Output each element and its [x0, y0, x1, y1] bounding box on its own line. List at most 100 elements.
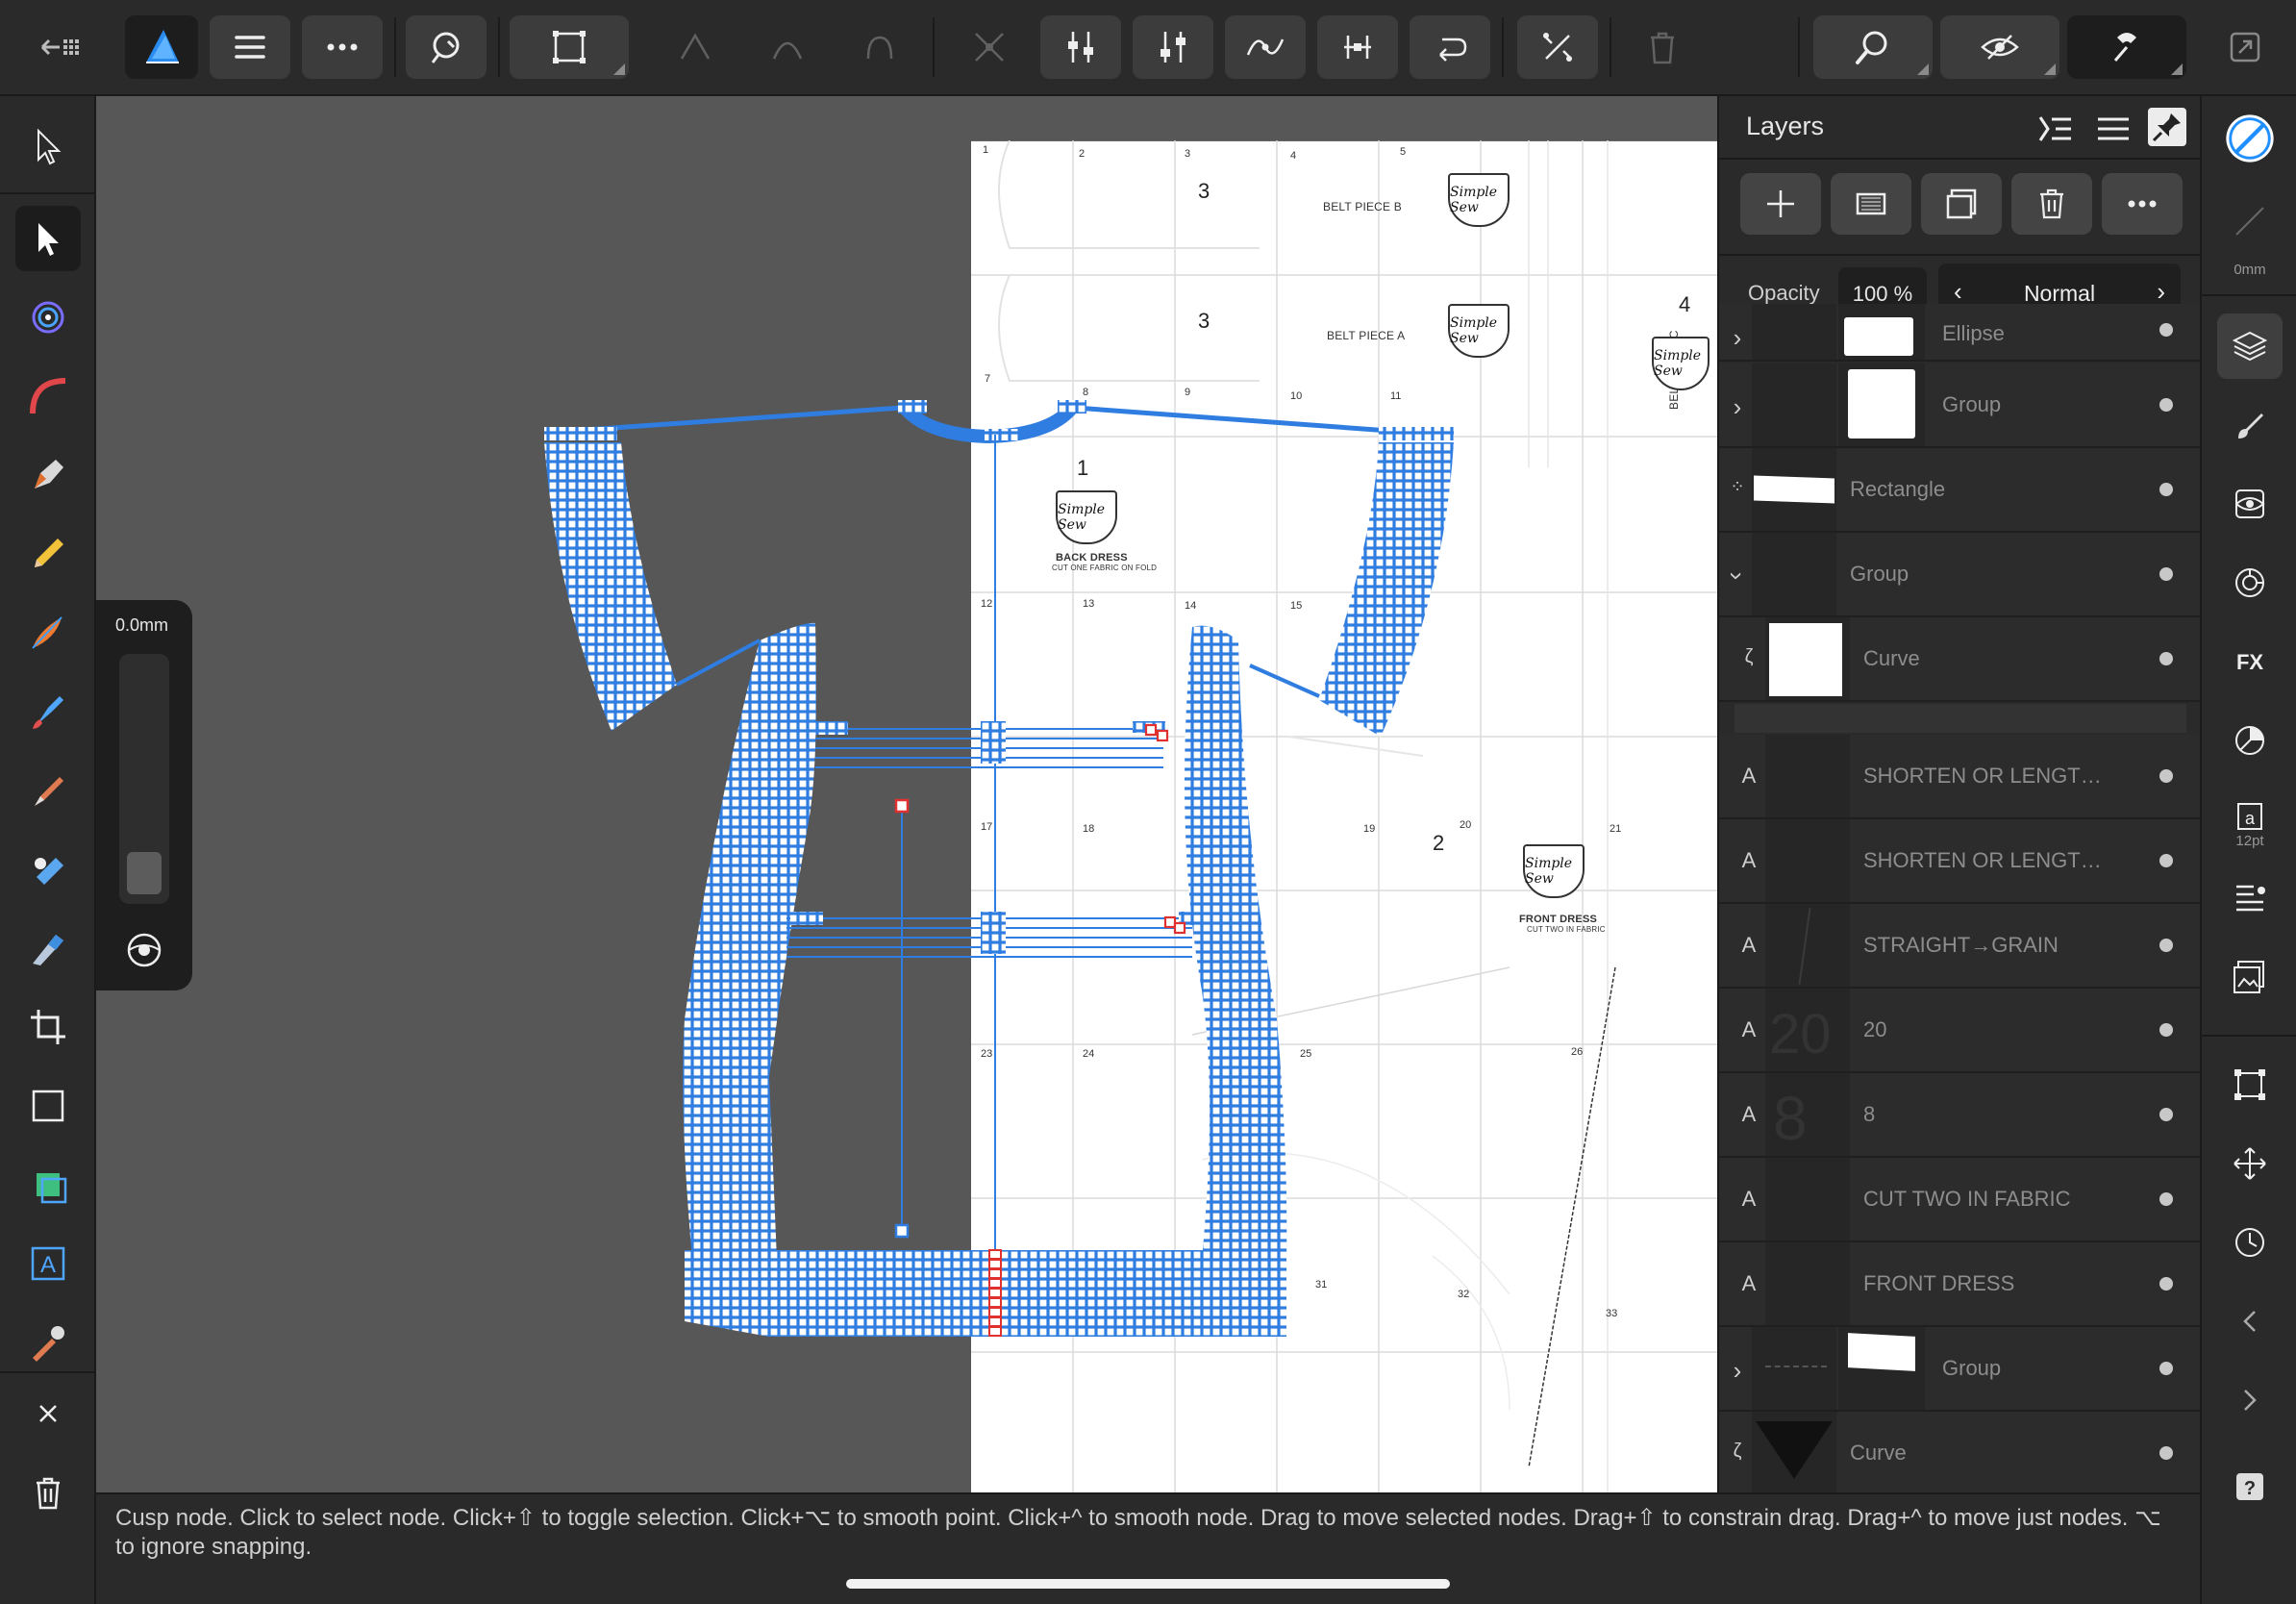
visibility-dot[interactable] [2159, 567, 2173, 581]
transform-studio-button[interactable] [2217, 1052, 2283, 1117]
smooth-corner-button[interactable] [756, 15, 819, 79]
layers-studio-button[interactable] [2217, 313, 2283, 379]
visibility-dot[interactable] [2159, 769, 2173, 783]
canvas[interactable]: 1 2 3 4 5 7 8 9 10 11 12 13 14 15 16 17 … [96, 96, 1717, 1492]
history-studio-button[interactable] [2217, 1210, 2283, 1275]
layer-row[interactable]: A FRONT DRESS [1719, 1242, 2200, 1327]
visibility-dot[interactable] [2159, 854, 2173, 867]
visibility-dot[interactable] [2159, 1023, 2173, 1037]
layer-row-selected[interactable]: ζ Curve [1719, 617, 2200, 702]
pin-panel-button[interactable] [2148, 108, 2186, 146]
delete-button[interactable] [15, 1460, 81, 1525]
gradient-tool[interactable] [15, 837, 81, 902]
layer-row[interactable]: › Ellipse [1719, 304, 2200, 362]
layer-row[interactable]: › Group [1719, 533, 2200, 617]
expand-chevron-icon[interactable]: › [1723, 392, 1752, 421]
menu-button[interactable] [210, 15, 290, 79]
transparency-tool[interactable] [15, 915, 81, 981]
visibility-dot[interactable] [2159, 652, 2173, 665]
visibility-dot[interactable] [2159, 1108, 2173, 1121]
smooth-nodes-button[interactable] [1225, 15, 1306, 79]
pencil-tool[interactable] [15, 521, 81, 587]
help-button[interactable]: ? [2217, 1454, 2283, 1519]
align-nodes-center-button[interactable] [1133, 15, 1213, 79]
layer-row[interactable]: A 20 20 [1719, 989, 2200, 1073]
visibility-dot[interactable] [2159, 323, 2173, 337]
collapse-panel-button[interactable] [2034, 110, 2077, 148]
layer-options-button[interactable] [2102, 173, 2183, 235]
visibility-dot[interactable] [2159, 1192, 2173, 1206]
layer-row[interactable]: A SHORTEN OR LENGT… [1719, 819, 2200, 904]
visibility-dot[interactable] [2159, 398, 2173, 412]
text-styles-studio-button[interactable] [2217, 865, 2283, 931]
snapping-button[interactable] [2067, 15, 2186, 79]
panel-menu-button[interactable] [2092, 110, 2134, 148]
more-button[interactable] [302, 15, 383, 79]
selected-curve-overlay[interactable] [96, 96, 1717, 1492]
pen-tool[interactable] [15, 442, 81, 508]
effects-studio-button[interactable]: FX [2217, 629, 2283, 694]
navigator-studio-button[interactable] [2217, 1131, 2283, 1196]
adjustments-studio-button[interactable] [2217, 471, 2283, 537]
close-button[interactable] [15, 1381, 81, 1446]
corner-tool[interactable] [15, 363, 81, 429]
layer-row[interactable]: A 8 8 [1719, 1073, 2200, 1158]
crop-tool[interactable] [15, 994, 81, 1060]
next-blend-mode-icon[interactable]: › [2157, 277, 2165, 307]
delete-layer-button[interactable] [2011, 173, 2092, 235]
visibility-dot[interactable] [2159, 939, 2173, 952]
collapse-studio-button[interactable] [2217, 1289, 2283, 1354]
slider-thumb[interactable] [127, 852, 162, 894]
move-tool[interactable] [15, 113, 81, 179]
group-layers-button[interactable] [1921, 173, 2002, 235]
stroke-width-preview[interactable] [2217, 188, 2283, 254]
fullscreen-button[interactable] [2211, 15, 2279, 79]
visibility-dot[interactable] [2159, 1446, 2173, 1460]
layer-row[interactable]: A CUT TWO IN FABRIC [1719, 1158, 2200, 1242]
reverse-curve-button[interactable] [1517, 15, 1598, 79]
collapse-chevron-icon[interactable]: › [1723, 562, 1752, 590]
expand-chevron-icon[interactable]: › [1723, 323, 1752, 352]
designer-persona-button[interactable] [125, 15, 198, 79]
transform-box-button[interactable] [510, 15, 629, 79]
back-to-documents-button[interactable] [13, 15, 106, 79]
layer-row[interactable]: ⁘ Rectangle [1719, 448, 2200, 533]
expand-chevron-icon[interactable]: › [1723, 1356, 1752, 1385]
align-nodes-left-button[interactable] [1040, 15, 1121, 79]
view-mode-button[interactable] [1940, 15, 2059, 79]
add-pixel-layer-button[interactable] [1831, 173, 1911, 235]
smart-corner-button[interactable] [848, 15, 911, 79]
place-image-tool[interactable] [15, 1152, 81, 1217]
layer-row[interactable]: A SHORTEN OR LENGT… [1719, 735, 2200, 819]
distribute-nodes-button[interactable] [1317, 15, 1398, 79]
layer-row[interactable]: A STRAIGHT→GRAIN [1719, 904, 2200, 989]
color-picker-tool[interactable] [15, 1310, 81, 1375]
layer-row[interactable]: › Group [1719, 1327, 2200, 1412]
layer-row[interactable]: ζ Curve [1719, 1412, 2200, 1492]
break-curve-button[interactable] [958, 15, 1021, 79]
home-indicator[interactable] [846, 1579, 1450, 1589]
stroke-width-slider[interactable] [119, 654, 169, 904]
node-tool[interactable] [15, 206, 81, 271]
vector-brush-tool[interactable] [15, 600, 81, 665]
pressure-toggle[interactable] [119, 925, 169, 975]
appearance-studio-button[interactable] [2217, 550, 2283, 615]
stroke-color-well[interactable] [2217, 106, 2283, 171]
assets-studio-button[interactable] [2217, 944, 2283, 1010]
brushes-studio-button[interactable] [2217, 392, 2283, 458]
layer-row[interactable]: › Group [1719, 363, 2200, 448]
paint-brush-tool[interactable] [15, 758, 81, 823]
close-curve-button[interactable] [1410, 15, 1490, 79]
sharp-corner-button[interactable] [663, 15, 727, 79]
rectangle-tool[interactable] [15, 1073, 81, 1139]
add-layer-button[interactable] [1740, 173, 1821, 235]
snapping-magnet-button[interactable] [406, 15, 487, 79]
artistic-text-tool[interactable]: A [15, 1231, 81, 1296]
visibility-dot[interactable] [2159, 1362, 2173, 1375]
fill-tool[interactable] [15, 679, 81, 744]
transparency-studio-button[interactable] [2217, 708, 2283, 773]
delete-node-button[interactable] [1631, 15, 1694, 79]
visibility-dot[interactable] [2159, 483, 2173, 496]
expand-studio-button[interactable] [2217, 1367, 2283, 1433]
visibility-dot[interactable] [2159, 1277, 2173, 1291]
